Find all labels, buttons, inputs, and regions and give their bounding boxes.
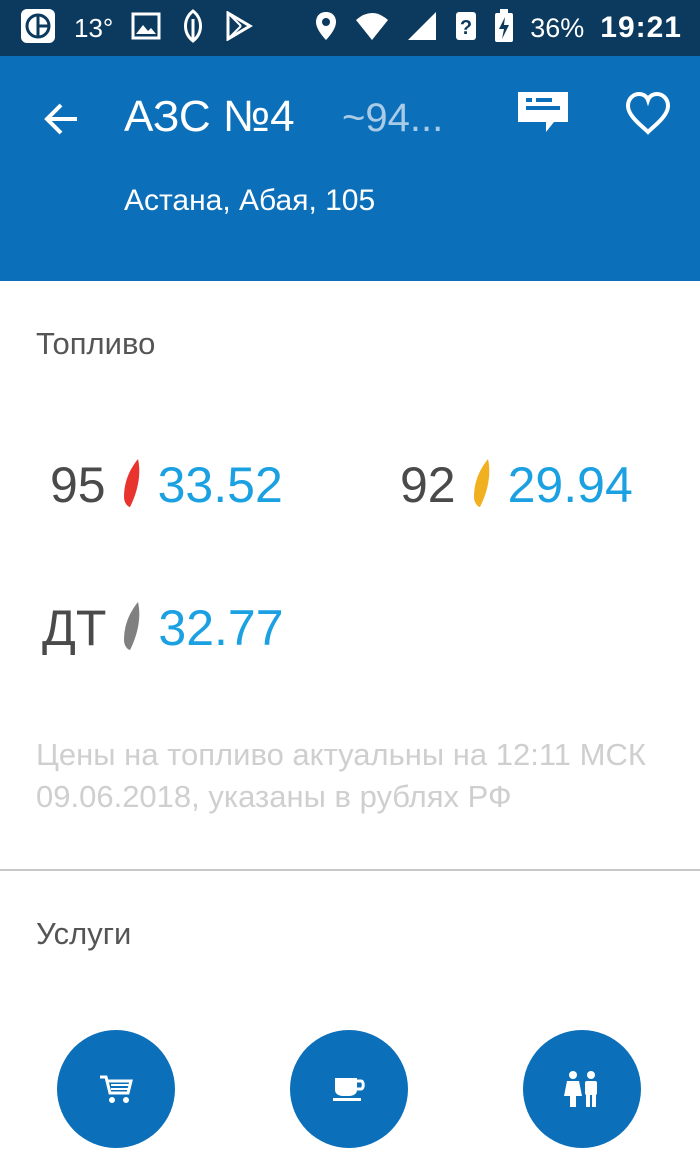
message-icon [518, 92, 568, 132]
sim-icon: ? [454, 10, 478, 47]
back-button[interactable] [36, 94, 86, 144]
fuel-drop-icon [120, 457, 144, 514]
status-bar: 13° ? 36% 19:21 [0, 0, 700, 56]
divider [0, 869, 700, 871]
svg-text:?: ? [460, 17, 472, 39]
price-note: Цены на топливо актуальны на 12:11 МСК 0… [36, 737, 646, 814]
coffee-cup-icon [333, 1078, 365, 1101]
fuel-item-dt: ДТ 32.77 [42, 593, 284, 663]
battery-percent: 36% [530, 12, 585, 43]
battery-charging-icon [494, 8, 514, 48]
heart-outline-icon [625, 91, 671, 135]
message-button[interactable] [512, 86, 574, 142]
service-shop-button[interactable] [57, 1030, 175, 1148]
fuel-name: 95 [50, 457, 106, 513]
fuel-item-95: 95 33.52 [50, 450, 283, 520]
services-section-title: Услуги [36, 916, 132, 951]
signal-icon [406, 10, 438, 47]
fuel-section-title: Топливо [36, 326, 156, 361]
fuel-price: 33.52 [157, 457, 283, 513]
fuel-price: 32.77 [158, 600, 284, 656]
service-cafe-button[interactable] [290, 1030, 408, 1148]
fuel-drop-icon [470, 457, 494, 514]
arrow-back-icon [44, 103, 77, 135]
app-icon [20, 8, 56, 49]
page-title: АЗС №4 [124, 92, 295, 141]
fuel-item-92: 92 29.94 [400, 450, 633, 520]
fuel-name: ДТ [42, 600, 107, 656]
wifi-icon [354, 10, 390, 47]
cart-icon [100, 1075, 133, 1103]
service-restroom-button[interactable] [523, 1030, 641, 1148]
address: Астана, Абая, 105 [124, 184, 376, 217]
app-bar: АЗС №4 ~94... Астана, Абая, 105 [0, 56, 700, 281]
restroom-icon [564, 1071, 597, 1107]
fuel-name: 92 [400, 457, 456, 513]
fuel-price: 29.94 [507, 457, 633, 513]
temperature: 13° [74, 12, 114, 43]
leaf-icon [179, 8, 207, 48]
favorite-button[interactable] [620, 86, 676, 142]
location-icon [314, 10, 338, 47]
play-store-icon [225, 9, 254, 46]
distance-label: ~94... [342, 96, 444, 140]
image-icon [131, 12, 161, 45]
fuel-drop-icon [120, 600, 144, 657]
clock: 19:21 [600, 11, 682, 44]
